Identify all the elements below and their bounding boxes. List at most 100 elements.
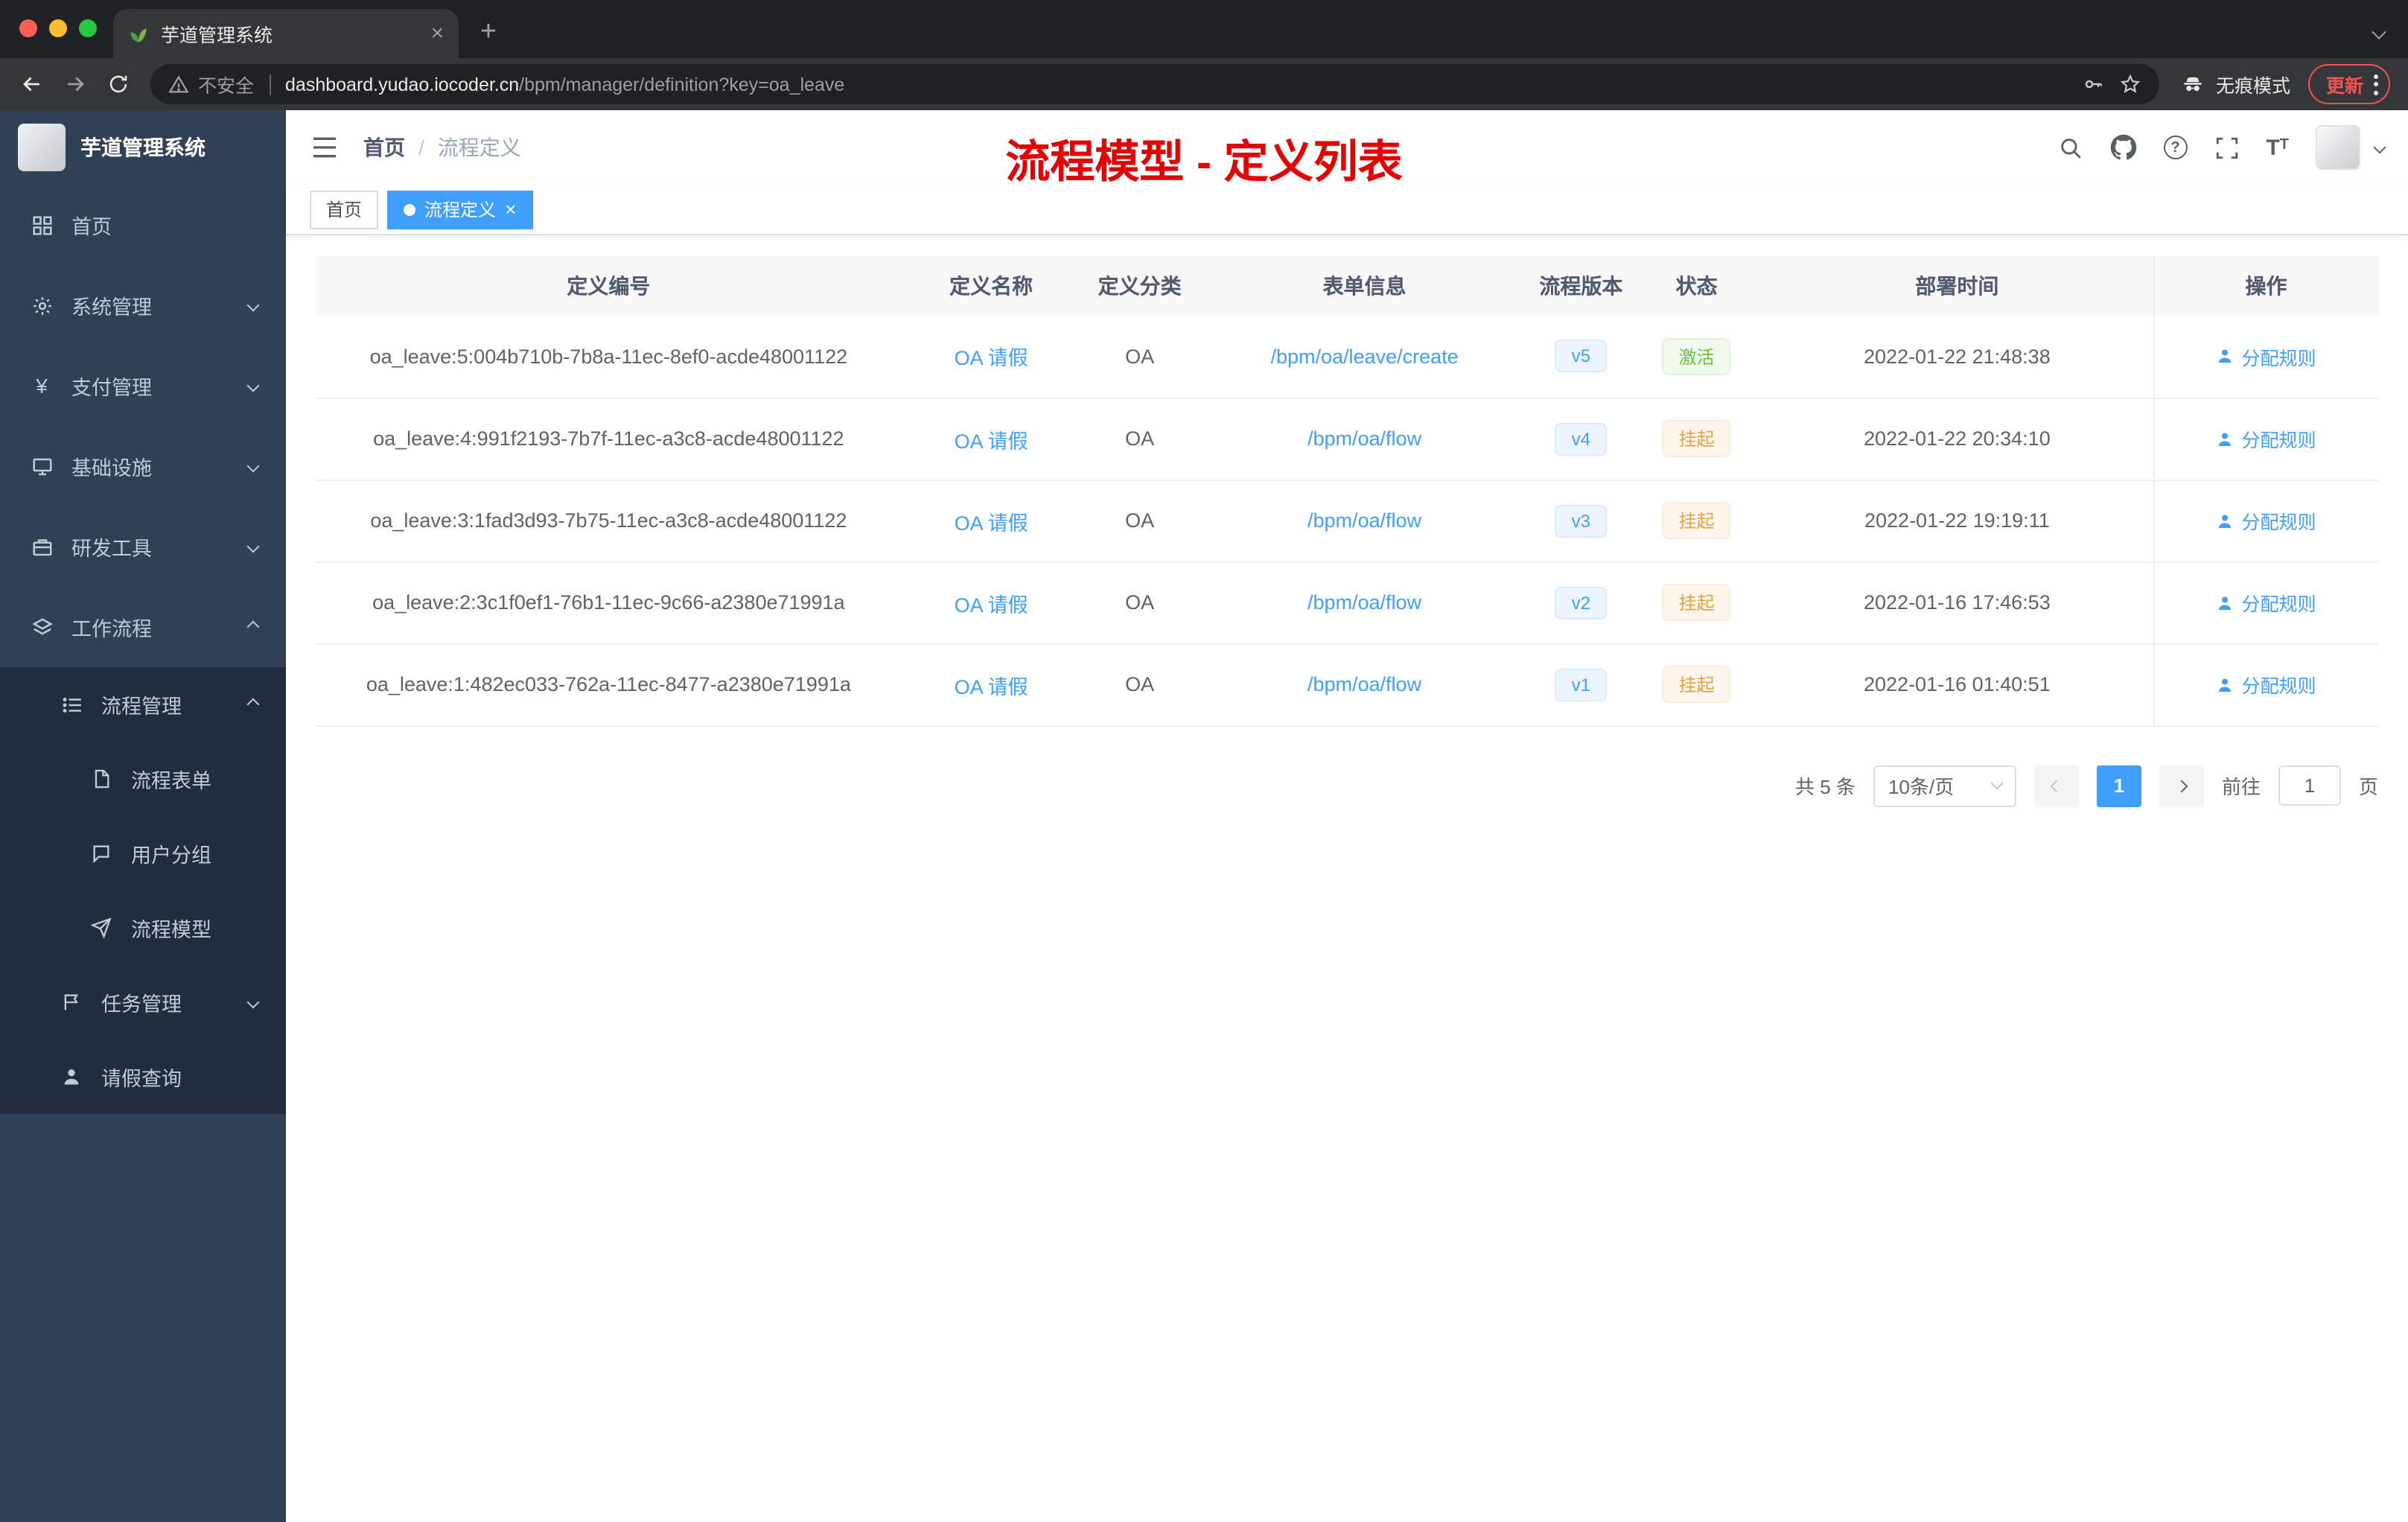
form-link[interactable]: /bpm/oa/flow xyxy=(1307,509,1421,532)
definition-name-link[interactable]: OA 请假 xyxy=(955,512,1028,534)
search-icon[interactable] xyxy=(2057,135,2083,160)
person-icon xyxy=(60,1065,83,1089)
tag-close-icon[interactable]: × xyxy=(505,200,516,219)
goto-page-input[interactable] xyxy=(2278,765,2341,806)
tag-home[interactable]: 首页 xyxy=(310,190,379,229)
tab-close-icon[interactable]: × xyxy=(430,22,444,45)
new-tab-button[interactable]: + xyxy=(468,12,509,54)
form-link[interactable]: /bpm/oa/flow xyxy=(1307,427,1421,450)
assign-rule-link[interactable]: 分配规则 xyxy=(2216,343,2316,371)
tab-search-chevron-icon[interactable] xyxy=(2372,25,2386,39)
table-row: oa_leave:5:004b710b-7b8a-11ec-8ef0-acde4… xyxy=(316,316,2378,398)
forward-button[interactable] xyxy=(55,64,95,104)
security-label[interactable]: 不安全 xyxy=(198,70,254,98)
sidebar-item-infrastructure[interactable]: 基础设施 xyxy=(0,426,286,506)
column-header: 流程版本 xyxy=(1530,256,1632,316)
url-path: /bpm/manager/definition?key=oa_leave xyxy=(519,74,845,95)
assign-rule-link[interactable]: 分配规则 xyxy=(2216,506,2316,535)
incognito-icon xyxy=(2180,71,2205,97)
update-label: 更新 xyxy=(2325,76,2363,97)
sidebar-item-leave-query[interactable]: 请假查询 xyxy=(0,1039,286,1114)
browser-update-button[interactable]: 更新 xyxy=(2307,64,2390,104)
form-link[interactable]: /bpm/oa/flow xyxy=(1307,673,1421,695)
sidebar-item-dev-tools[interactable]: 研发工具 xyxy=(0,506,286,587)
sidebar-item-process-management[interactable]: 流程管理 xyxy=(0,667,286,742)
fullscreen-icon[interactable] xyxy=(2214,135,2239,160)
sidebar-toggle-icon[interactable] xyxy=(310,133,340,162)
pagination: 共 5 条 10条/页 1 前往 页 xyxy=(316,765,2378,806)
app-logo[interactable]: 芋道管理系统 xyxy=(0,110,286,185)
sidebar-item-label: 用户分组 xyxy=(131,844,211,867)
chevron-down-icon xyxy=(246,299,260,312)
status-badge: 挂起 xyxy=(1662,584,1731,621)
flag-icon xyxy=(60,990,83,1014)
main-panel: 首页 / 流程定义 ? TT 首页 流程定义 × 定义编号 定义名称 定义分类 … xyxy=(286,110,2408,1522)
sidebar-item-workflow[interactable]: 工作流程 xyxy=(0,587,286,667)
assign-rule-link[interactable]: 分配规则 xyxy=(2216,670,2316,698)
zoom-window-button[interactable] xyxy=(79,19,97,37)
definition-name-link[interactable]: OA 请假 xyxy=(955,348,1028,370)
table-row: oa_leave:4:991f2193-7b7f-11ec-a3c8-acde4… xyxy=(316,398,2378,480)
column-header: 部署时间 xyxy=(1761,256,2153,316)
sidebar-item-label: 流程管理 xyxy=(101,695,182,718)
chevron-down-icon xyxy=(1990,777,2004,790)
assign-rule-link[interactable]: 分配规则 xyxy=(2216,424,2316,453)
definition-name-link[interactable]: OA 请假 xyxy=(955,675,1028,698)
window-controls xyxy=(19,19,97,37)
status-badge: 挂起 xyxy=(1662,502,1731,539)
table-row: oa_leave:3:1fad3d93-7b75-11ec-a3c8-acde4… xyxy=(316,480,2378,562)
form-link[interactable]: /bpm/oa/leave/create xyxy=(1270,346,1458,368)
assign-rule-link[interactable]: 分配规则 xyxy=(2216,588,2316,617)
chevron-right-icon xyxy=(2175,779,2188,792)
sidebar-item-payment-management[interactable]: ¥ 支付管理 xyxy=(0,346,286,426)
close-window-button[interactable] xyxy=(19,19,37,37)
form-link[interactable]: /bpm/oa/flow xyxy=(1307,591,1421,614)
version-badge: v3 xyxy=(1555,504,1608,537)
workflow-icon xyxy=(30,615,54,639)
definition-id: oa_leave:2:3c1f0ef1-76b1-11ec-9c66-a2380… xyxy=(316,561,902,644)
status-badge: 激活 xyxy=(1662,337,1731,375)
page-size-select[interactable]: 10条/页 xyxy=(1873,765,2016,806)
sidebar-item-process-model[interactable]: 流程模型 xyxy=(0,891,286,965)
font-size-icon[interactable]: TT xyxy=(2266,136,2289,159)
password-key-icon[interactable] xyxy=(2082,73,2104,95)
chevron-down-icon xyxy=(246,996,260,1009)
url-text: dashboard.yudao.iocoder.cn/bpm/manager/d… xyxy=(285,74,844,95)
definition-id: oa_leave:5:004b710b-7b8a-11ec-8ef0-acde4… xyxy=(316,316,902,398)
sidebar-item-user-group[interactable]: 用户分组 xyxy=(0,816,286,891)
sidebar-item-task-management[interactable]: 任务管理 xyxy=(0,965,286,1039)
incognito-badge: 无痕模式 xyxy=(2180,70,2290,98)
breadcrumb-separator: / xyxy=(418,136,424,159)
minimize-window-button[interactable] xyxy=(49,19,67,37)
address-bar[interactable]: 不安全 dashboard.yudao.iocoder.cn/bpm/manag… xyxy=(150,64,2159,104)
definition-category: OA xyxy=(1080,398,1199,480)
user-menu-chevron-icon[interactable] xyxy=(2373,141,2386,154)
next-page-button[interactable] xyxy=(2159,765,2204,806)
tag-process-definition[interactable]: 流程定义 × xyxy=(387,190,533,229)
back-button[interactable] xyxy=(12,64,52,104)
list-icon xyxy=(60,692,83,716)
page-number-button[interactable]: 1 xyxy=(2096,765,2141,806)
deploy-time: 2022-01-22 21:48:38 xyxy=(1761,316,2153,398)
sidebar-item-system-management[interactable]: 系统管理 xyxy=(0,265,286,346)
logo-image xyxy=(18,124,66,171)
sidebar-item-process-form[interactable]: 流程表单 xyxy=(0,742,286,816)
sidebar-item-home[interactable]: 首页 xyxy=(0,185,286,265)
sidebar-item-label: 支付管理 xyxy=(71,377,152,399)
user-avatar[interactable] xyxy=(2316,125,2360,170)
browser-window: 芋道管理系统 × + 不安全 dashboard.yudao.iocoder.c… xyxy=(0,0,2408,1522)
workflow-submenu: 流程管理 流程表单 用户分组 流程模型 任务管理 请假查询 xyxy=(0,667,286,1114)
menu-kebab-icon[interactable] xyxy=(2374,74,2378,95)
help-icon[interactable]: ? xyxy=(2163,136,2188,159)
chevron-down-icon xyxy=(246,379,260,392)
prev-page-button[interactable] xyxy=(2033,765,2079,806)
refresh-button[interactable] xyxy=(98,64,138,104)
definition-name-link[interactable]: OA 请假 xyxy=(955,430,1028,452)
version-badge: v5 xyxy=(1555,340,1608,373)
browser-tab[interactable]: 芋道管理系统 × xyxy=(113,9,459,58)
definition-name-link[interactable]: OA 请假 xyxy=(955,593,1028,616)
breadcrumb-home[interactable]: 首页 xyxy=(363,133,405,162)
goto-unit: 页 xyxy=(2358,776,2378,798)
github-icon[interactable] xyxy=(2109,134,2136,161)
bookmark-star-icon[interactable] xyxy=(2119,73,2141,95)
